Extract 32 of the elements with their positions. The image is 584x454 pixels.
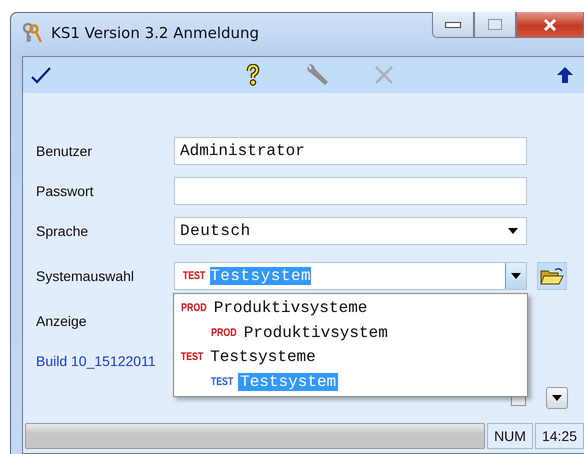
window-title: KS1 Version 3.2 Anmeldung <box>51 24 260 42</box>
system-dropdown[interactable]: TEST Testsystem <box>174 262 527 290</box>
system-tag-label: TEST <box>182 270 206 282</box>
checkmark-icon[interactable] <box>31 66 51 84</box>
dropdown-arrow-button[interactable] <box>505 263 526 289</box>
close-button[interactable] <box>516 12 584 38</box>
list-item[interactable]: TEST Testsystem <box>174 370 527 394</box>
maximize-button[interactable] <box>474 12 516 38</box>
open-folder-button[interactable] <box>537 262 567 290</box>
num-lock-indicator: NUM <box>487 423 533 449</box>
caret-icon <box>552 395 562 401</box>
minimize-button[interactable] <box>432 12 474 38</box>
username-field[interactable]: Administrator <box>174 137 527 165</box>
dropdown-button[interactable] <box>546 387 568 409</box>
caret-icon <box>508 228 518 234</box>
list-item[interactable]: PROD Produktivsystem <box>174 320 527 345</box>
field-label: Anzeige <box>36 313 88 329</box>
field-label: Sprache <box>36 223 90 239</box>
caret-icon <box>511 273 521 279</box>
field-label: Systemauswahl <box>36 268 136 284</box>
list-item[interactable]: TEST Testsysteme <box>174 345 527 370</box>
clock: 14:25 <box>534 423 584 449</box>
close-icon <box>543 18 557 30</box>
list-item[interactable]: PROD Produktivsysteme <box>174 296 527 320</box>
password-field[interactable] <box>174 177 527 205</box>
language-dropdown[interactable]: Deutsch <box>174 217 527 245</box>
field-label: Benutzer <box>36 143 94 159</box>
up-arrow-icon[interactable] <box>556 66 574 84</box>
build-version: Build 10_15122011 <box>36 353 156 369</box>
help-icon[interactable] <box>246 64 260 86</box>
keys-icon <box>21 22 43 44</box>
field-label: Passwort <box>36 183 95 199</box>
